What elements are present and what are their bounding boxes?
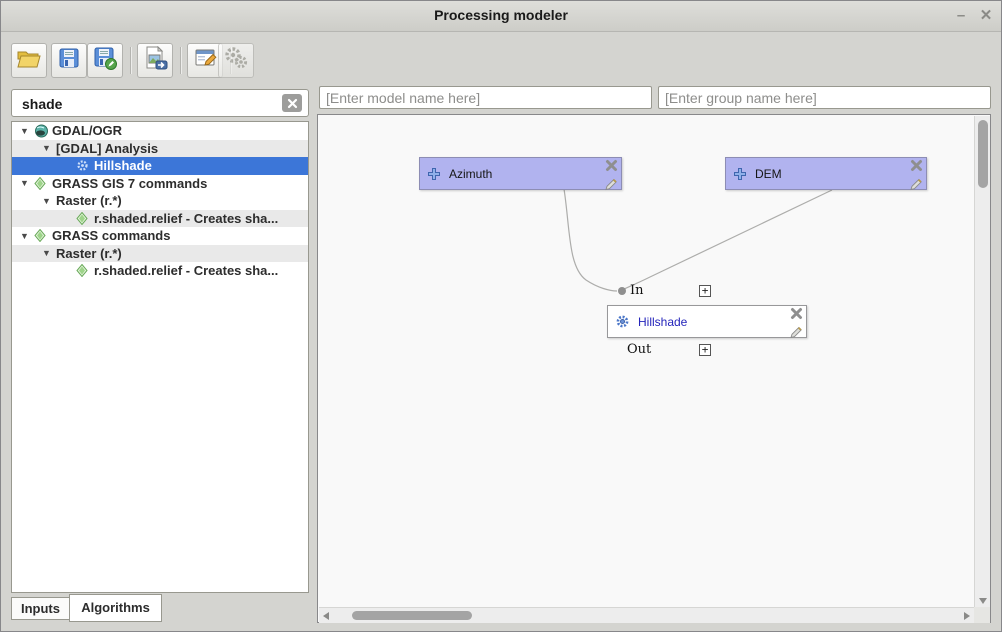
grass-provider-icon <box>34 177 52 190</box>
tree-item-label: r.shaded.relief - Creates sha... <box>94 263 278 278</box>
tab-inputs[interactable]: Inputs <box>11 597 70 620</box>
out-label: Out <box>627 342 651 357</box>
delete-node-icon[interactable] <box>605 159 618 177</box>
scroll-right-arrow-icon[interactable] <box>964 612 970 620</box>
algorithm-label: Hillshade <box>638 315 687 329</box>
algorithms-tree: ▼ GDAL/OGR ▼ [GDAL] Analysis Hillshade ▼… <box>11 121 309 593</box>
tree-item-grass-commands[interactable]: ▼ GRASS commands <box>12 227 308 245</box>
horizontal-scrollbar[interactable] <box>319 607 974 623</box>
save-model-button[interactable] <box>51 43 87 78</box>
expander-icon[interactable]: ▼ <box>20 126 34 136</box>
toolbar-separator <box>130 47 131 74</box>
horizontal-scrollbar-thumb[interactable] <box>352 611 472 620</box>
expander-icon[interactable]: ▼ <box>42 248 56 258</box>
tree-item-raster-group[interactable]: ▼ Raster (r.*) <box>12 192 308 210</box>
title-bar[interactable]: Processing modeler – ✕ <box>1 1 1001 32</box>
tree-item-label: Raster (r.*) <box>56 246 122 261</box>
model-name-input[interactable] <box>319 86 652 109</box>
window-title: Processing modeler <box>1 7 1001 23</box>
tree-item-label: [GDAL] Analysis <box>56 141 158 156</box>
tree-item-raster-group[interactable]: ▼ Raster (r.*) <box>12 245 308 263</box>
tree-item-label: GDAL/OGR <box>52 123 122 138</box>
algorithm-gear-icon <box>76 159 94 172</box>
export-as-image-button[interactable] <box>137 43 173 78</box>
edit-node-icon[interactable] <box>789 325 803 344</box>
tree-item-label: GRASS commands <box>52 228 170 243</box>
save-as-icon <box>93 46 117 75</box>
open-model-button[interactable] <box>11 43 47 78</box>
delete-node-icon[interactable] <box>910 159 923 177</box>
algorithm-gear-icon <box>615 314 630 329</box>
edit-node-icon[interactable] <box>604 177 618 196</box>
export-image-icon <box>143 46 168 75</box>
in-label: In <box>630 283 644 298</box>
model-canvas[interactable]: Azimuth DEM In + <box>317 114 991 623</box>
close-button[interactable]: ✕ <box>975 5 997 27</box>
grass-algorithm-icon <box>76 264 94 277</box>
tab-algorithms[interactable]: Algorithms <box>69 594 162 622</box>
scrollbar-corner <box>974 607 990 623</box>
save-model-as-button[interactable] <box>87 43 123 78</box>
expander-icon[interactable]: ▼ <box>42 196 56 206</box>
parameter-node-azimuth[interactable]: Azimuth <box>419 157 622 190</box>
scroll-left-arrow-icon[interactable] <box>323 612 329 620</box>
run-model-button[interactable] <box>218 43 254 78</box>
tree-item-gdal-ogr[interactable]: ▼ GDAL/OGR <box>12 122 308 140</box>
gdal-provider-icon <box>34 124 52 138</box>
vertical-scrollbar[interactable] <box>974 116 990 607</box>
plus-parameter-icon <box>427 167 441 181</box>
clear-x-icon <box>287 98 298 109</box>
toolbar-separator <box>180 47 181 74</box>
tree-item-grass7-commands[interactable]: ▼ GRASS GIS 7 commands <box>12 175 308 193</box>
algorithm-search-box <box>11 89 309 117</box>
algorithm-node-hillshade[interactable]: Hillshade <box>607 305 807 338</box>
tree-item-rshadedrelief[interactable]: r.shaded.relief - Creates sha... <box>12 262 308 280</box>
parameter-label: DEM <box>755 167 782 181</box>
parameter-node-dem[interactable]: DEM <box>725 157 927 190</box>
in-socket-dot[interactable] <box>618 287 626 295</box>
out-expand-button[interactable]: + <box>699 344 711 356</box>
open-folder-icon <box>16 47 42 74</box>
tree-item-label: Hillshade <box>94 158 152 173</box>
expander-icon[interactable]: ▼ <box>20 231 34 241</box>
search-input[interactable] <box>20 92 274 116</box>
grass-provider-icon <box>34 229 52 242</box>
delete-node-icon[interactable] <box>790 307 803 325</box>
parameter-label: Azimuth <box>449 167 492 181</box>
vertical-scrollbar-thumb[interactable] <box>978 120 988 188</box>
in-expand-button[interactable]: + <box>699 285 711 297</box>
clear-search-button[interactable] <box>282 94 302 112</box>
tree-item-gdal-analysis[interactable]: ▼ [GDAL] Analysis <box>12 140 308 158</box>
scroll-down-arrow-icon[interactable] <box>979 598 987 604</box>
group-name-input[interactable] <box>658 86 991 109</box>
tree-item-hillshade[interactable]: Hillshade <box>12 157 308 175</box>
tree-item-label: Raster (r.*) <box>56 193 122 208</box>
save-icon <box>57 46 81 75</box>
tree-item-label: r.shaded.relief - Creates sha... <box>94 211 278 226</box>
tree-item-label: GRASS GIS 7 commands <box>52 176 207 191</box>
plus-parameter-icon <box>733 167 747 181</box>
minimize-button[interactable]: – <box>950 5 972 27</box>
expander-icon[interactable]: ▼ <box>20 178 34 188</box>
processing-modeler-window: Processing modeler – ✕ <box>0 0 1002 632</box>
edit-node-icon[interactable] <box>909 177 923 196</box>
grass-algorithm-icon <box>76 212 94 225</box>
edit-help-icon <box>193 47 218 75</box>
tree-item-rshadedrelief[interactable]: r.shaded.relief - Creates sha... <box>12 210 308 228</box>
gears-icon <box>223 45 249 76</box>
expander-icon[interactable]: ▼ <box>42 143 56 153</box>
